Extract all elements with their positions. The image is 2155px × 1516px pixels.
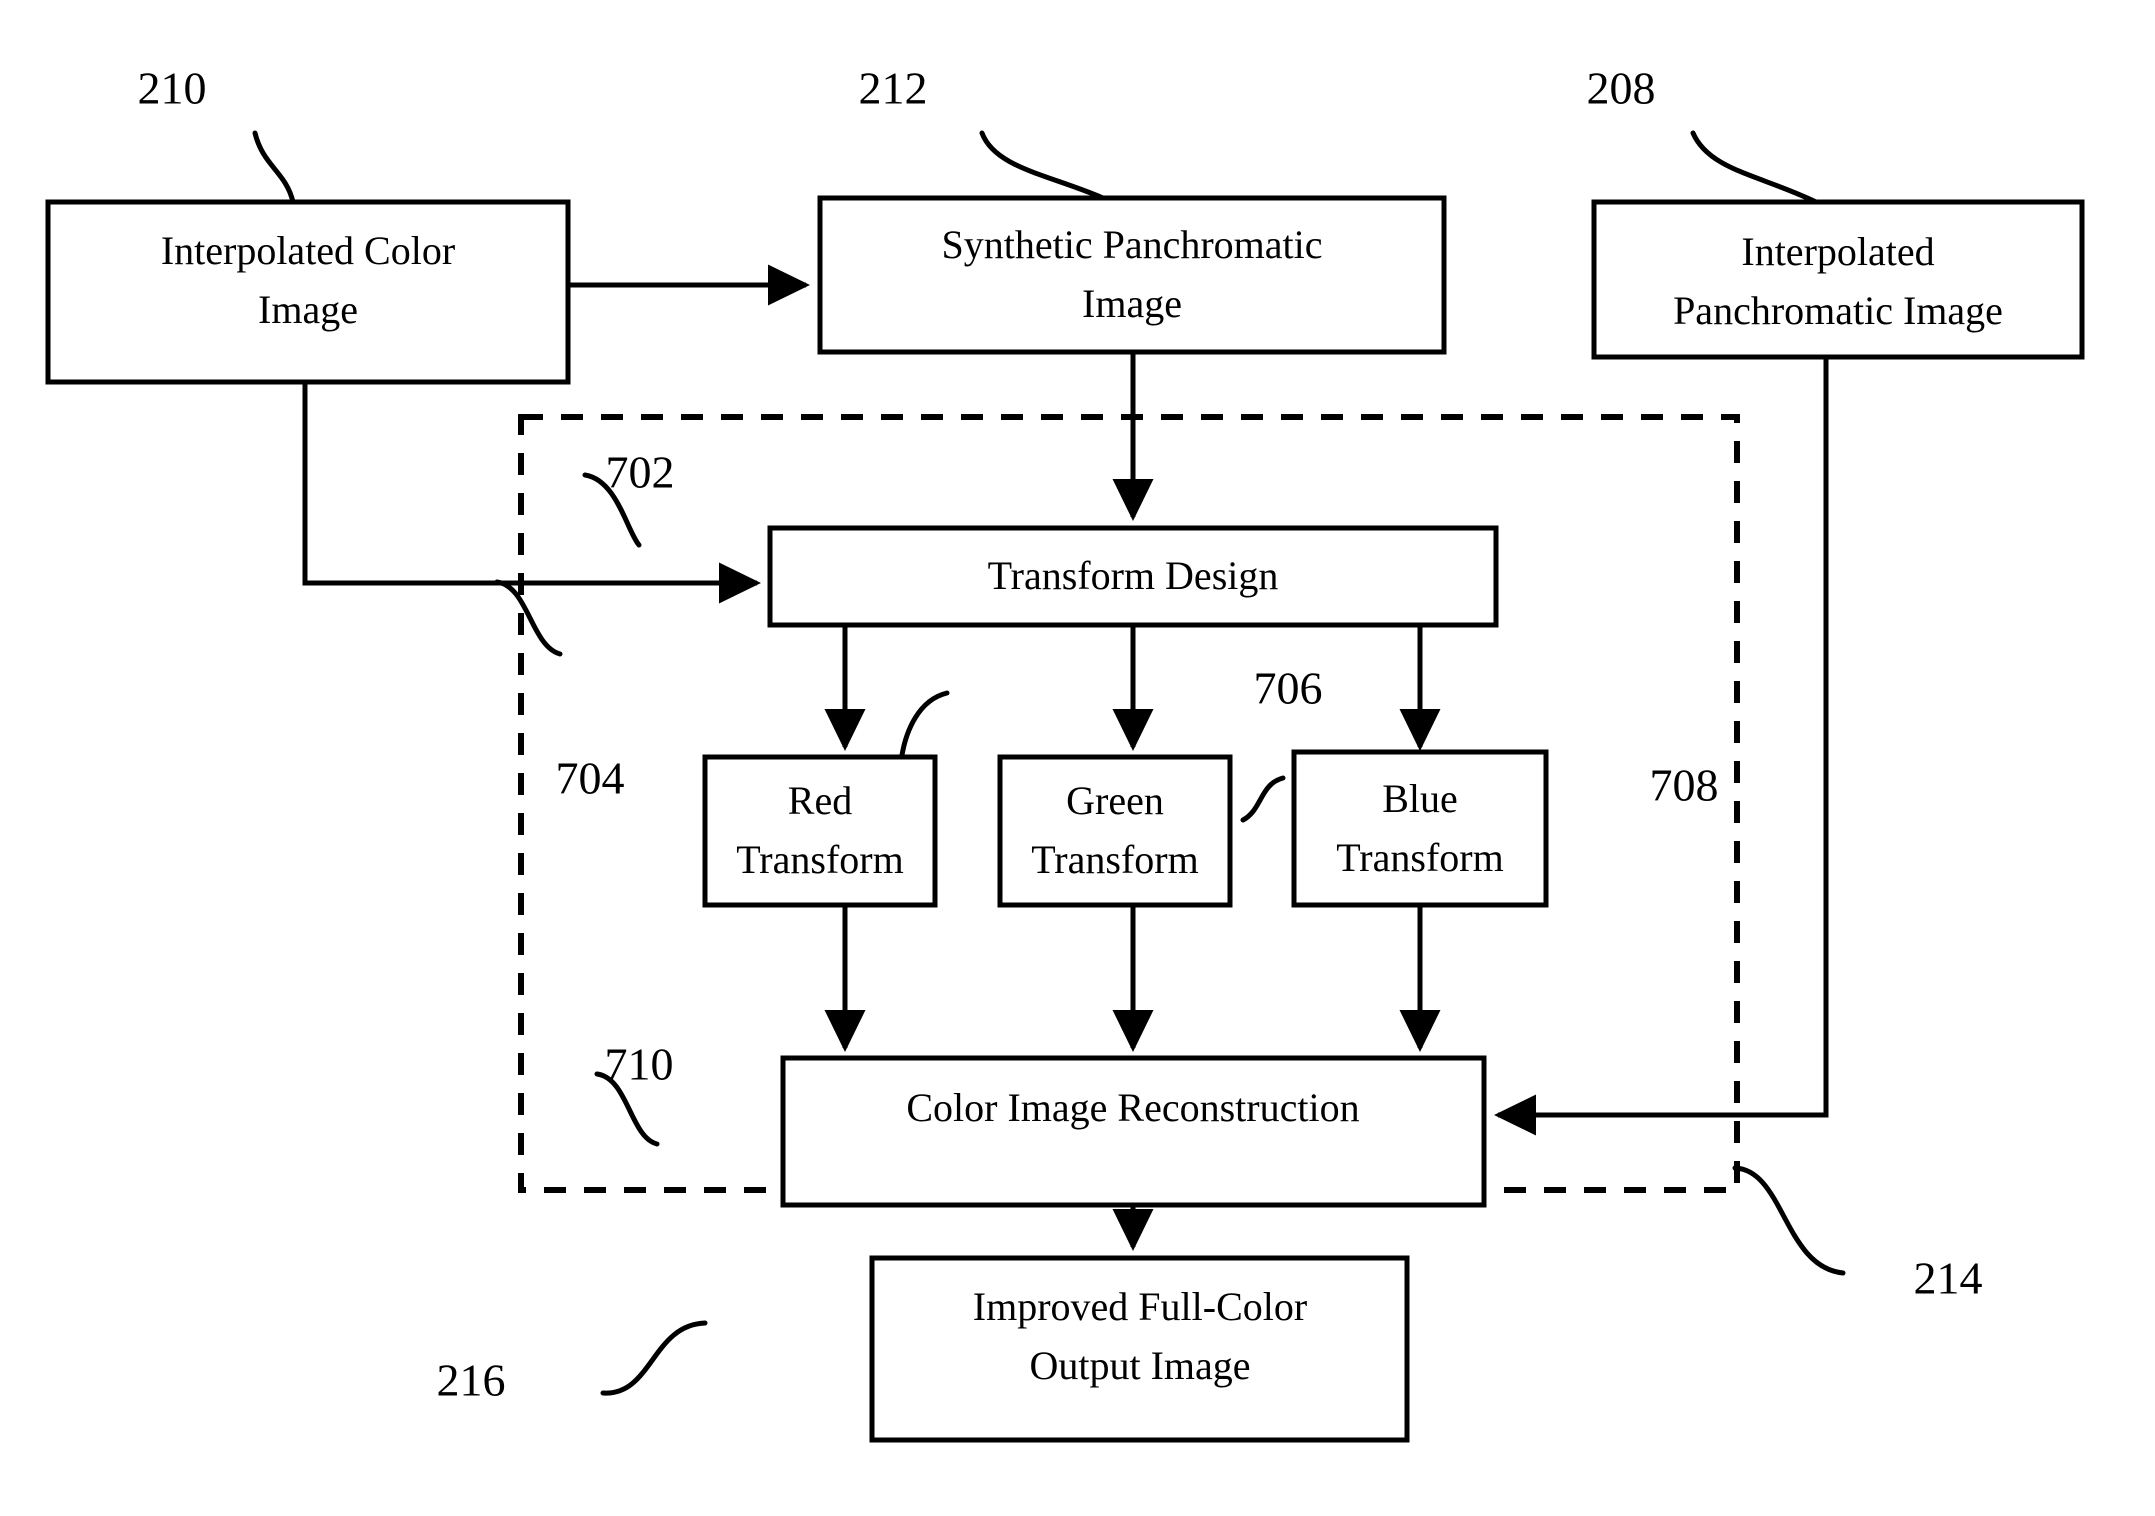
- node-synthetic-panchromatic-image-line1: Synthetic Panchromatic: [941, 222, 1322, 267]
- node-color-image-reconstruction-label: Color Image Reconstruction: [906, 1085, 1359, 1130]
- ref-numeral-708: 708: [1650, 760, 1719, 811]
- node-transform-design-label: Transform Design: [988, 553, 1279, 598]
- node-green-transform-line1: Green: [1066, 778, 1164, 823]
- node-interpolated-panchromatic-image-line2: Panchromatic Image: [1673, 288, 2003, 333]
- node-green-transform-line2: Transform: [1031, 837, 1198, 882]
- connector-color-to-transform-design: [302, 382, 762, 604]
- ref-numeral-208: 208: [1587, 63, 1656, 114]
- node-blue-transform[interactable]: [1291, 749, 1549, 908]
- node-interpolated-panchromatic-image[interactable]: [1591, 199, 2085, 360]
- ref-numeral-210: 210: [138, 63, 207, 114]
- leader-706: [899, 690, 950, 758]
- leader-212: [979, 130, 1106, 201]
- connector-panchromatic-to-reconstruction: [1493, 357, 1829, 1136]
- node-interpolated-color-image-line2: Image: [258, 287, 358, 332]
- node-improved-output-image-line1: Improved Full-Color: [973, 1284, 1307, 1329]
- ref-numeral-710: 710: [605, 1039, 674, 1090]
- node-blue-transform-line1: Blue: [1382, 776, 1458, 821]
- leader-708: [1240, 775, 1286, 823]
- node-blue-transform-line2: Transform: [1336, 835, 1503, 880]
- leader-216: [600, 1320, 708, 1396]
- ref-numeral-212: 212: [859, 63, 928, 114]
- node-interpolated-color-image-line1: Interpolated Color: [161, 228, 455, 273]
- ref-numeral-706: 706: [1254, 663, 1323, 714]
- node-synthetic-panchromatic-image[interactable]: [817, 195, 1447, 355]
- leader-210: [252, 130, 296, 205]
- node-red-transform-line2: Transform: [736, 837, 903, 882]
- leader-214: [1732, 1165, 1846, 1276]
- leader-704: [494, 579, 563, 657]
- node-red-transform-line1: Red: [788, 778, 852, 823]
- node-color-image-reconstruction[interactable]: [780, 1055, 1487, 1208]
- node-improved-output-image-line2: Output Image: [1029, 1343, 1250, 1388]
- diagram-canvas: Interpolated Color Image Synthetic Panch…: [45, 63, 2085, 1443]
- ref-numeral-704: 704: [556, 753, 625, 804]
- node-interpolated-panchromatic-image-line1: Interpolated: [1741, 229, 1934, 274]
- node-synthetic-panchromatic-image-line2: Image: [1082, 281, 1182, 326]
- leader-208: [1690, 130, 1819, 205]
- patent-figure: Interpolated Color Image Synthetic Panch…: [0, 0, 2155, 1516]
- ref-numeral-216: 216: [437, 1355, 506, 1406]
- ref-numeral-702: 702: [606, 447, 675, 498]
- ref-numeral-214: 214: [1914, 1253, 1983, 1304]
